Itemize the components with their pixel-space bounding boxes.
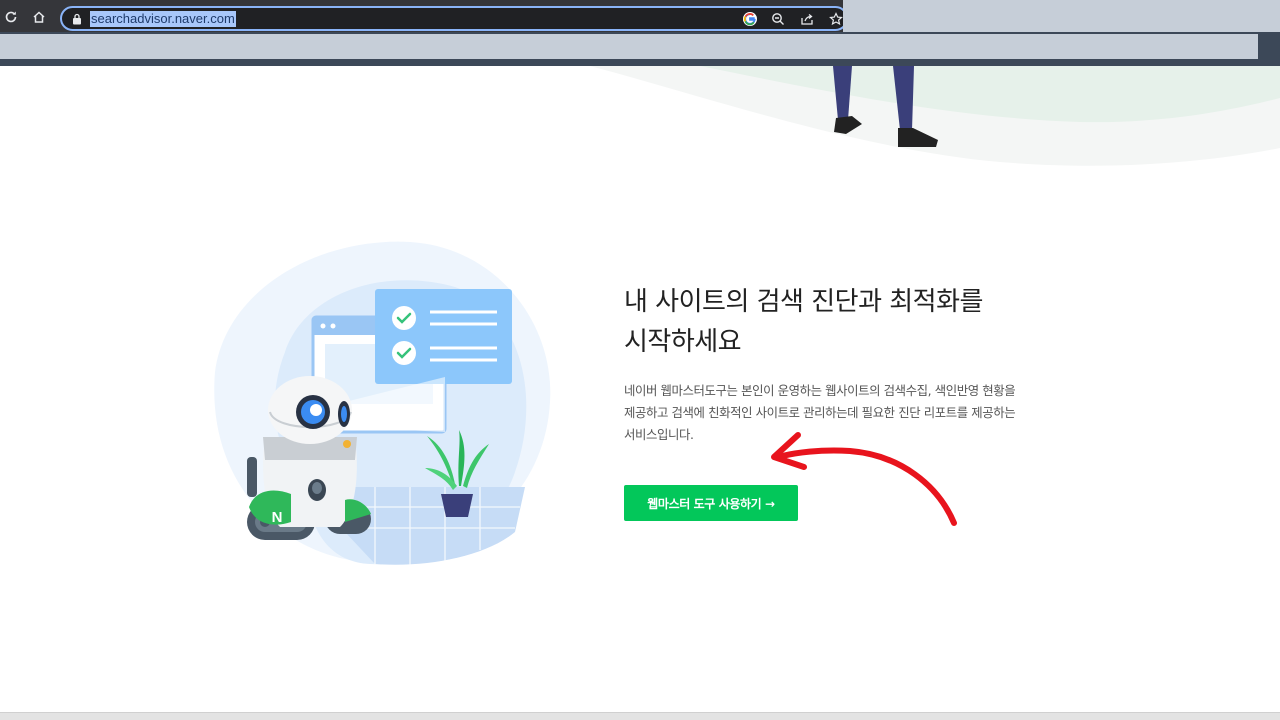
browser-toolbar: searchadvisor.naver.com (0, 0, 848, 36)
lock-icon[interactable] (72, 13, 82, 25)
zoom-out-icon[interactable] (770, 11, 786, 27)
google-icon[interactable] (742, 11, 758, 27)
bookmarks-bar (0, 34, 1258, 59)
description-line-3: 서비스입니다. (624, 427, 694, 442)
url-text[interactable]: searchadvisor.naver.com (90, 11, 236, 27)
star-icon[interactable] (828, 11, 844, 27)
reload-icon[interactable] (0, 6, 22, 28)
bookmarks-bar-frame (0, 32, 1280, 66)
description-line-2: 제공하고 검색에 친화적인 사이트로 관리하는데 필요한 진단 리포트를 제공하… (624, 405, 1016, 420)
headline-line-2: 시작하세요 (624, 327, 742, 357)
page-headline: 내 사이트의 검색 진단과 최적화를 시작하세요 (624, 282, 1064, 362)
screenshot: searchadvisor.naver.com N 내 사이트의 검색 진단과 … (0, 0, 1280, 720)
address-bar[interactable]: searchadvisor.naver.com (60, 6, 848, 31)
robot-illustration: N (214, 241, 551, 566)
headline-line-1: 내 사이트의 검색 진단과 최적화를 (624, 287, 983, 317)
svg-text:N: N (272, 509, 283, 526)
taskbar-strip (0, 712, 1280, 720)
toolbar-extension-area (843, 0, 1280, 32)
home-icon[interactable] (28, 6, 50, 28)
share-icon[interactable] (799, 11, 815, 27)
annotation-arrow-icon (771, 432, 957, 526)
person-legs-illustration (833, 66, 938, 147)
description-line-1: 네이버 웹마스터도구는 본인이 운영하는 웹사이트의 검색수집, 색인반영 현황… (624, 383, 1016, 398)
